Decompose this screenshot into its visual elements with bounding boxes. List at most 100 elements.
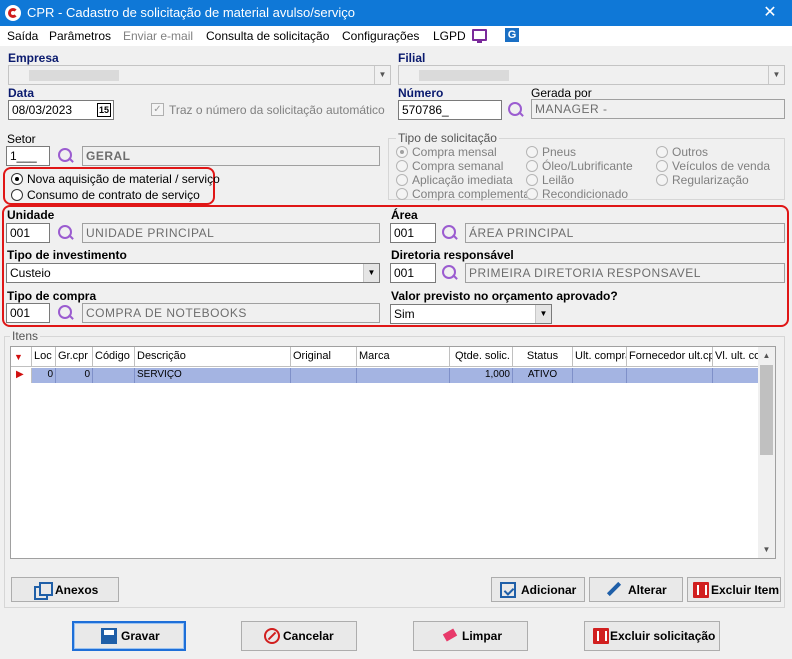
- grid-header-marca[interactable]: Marca: [357, 347, 450, 367]
- radio-leilao[interactable]: [526, 174, 538, 186]
- scroll-thumb[interactable]: [760, 365, 773, 455]
- valor-previsto-label: Valor previsto no orçamento aprovado?: [391, 289, 618, 303]
- menu-configuracoes[interactable]: Configurações: [342, 29, 419, 43]
- grid-header-original[interactable]: Original: [291, 347, 357, 367]
- gravar-button[interactable]: Gravar: [72, 621, 186, 651]
- grid-header-ult-compra[interactable]: Ult. compra: [573, 347, 627, 367]
- radio-nova-aquisicao[interactable]: [11, 173, 23, 185]
- grid-header-status[interactable]: Status: [513, 347, 573, 367]
- menu-saida[interactable]: Saída: [7, 29, 38, 43]
- valor-previsto-value: Sim: [394, 307, 415, 321]
- radio-compra-complementar[interactable]: [396, 188, 408, 200]
- filial-label: Filial: [398, 51, 426, 65]
- menu-lgpd[interactable]: LGPD: [433, 29, 466, 43]
- radio-consumo-contrato-label[interactable]: Consumo de contrato de serviço: [27, 188, 200, 202]
- radio-veiculos-venda[interactable]: [656, 160, 668, 172]
- excluir-solicitacao-button[interactable]: Excluir solicitação: [584, 621, 720, 651]
- search-icon[interactable]: [442, 265, 458, 281]
- unidade-code-input[interactable]: 001: [6, 223, 50, 243]
- anexos-button[interactable]: Anexos: [11, 577, 119, 602]
- radio-regularizacao[interactable]: [656, 174, 668, 186]
- scroll-up-icon[interactable]: ▲: [758, 347, 775, 364]
- menu-enviar-email[interactable]: Enviar e-mail: [123, 29, 193, 43]
- setor-code-input[interactable]: 1___: [6, 146, 50, 166]
- grid-cell-vl-ult[interactable]: [713, 368, 761, 383]
- app-logo-icon: [5, 5, 21, 21]
- grid-cell-status[interactable]: ATIVO: [513, 368, 573, 383]
- search-icon[interactable]: [58, 148, 74, 164]
- radio-compra-semanal[interactable]: [396, 160, 408, 172]
- diretoria-code-input[interactable]: 001: [390, 263, 436, 283]
- alterar-button[interactable]: Alterar: [589, 577, 683, 602]
- grid-cell-original[interactable]: [291, 368, 357, 383]
- grid-cell-qtde[interactable]: 1,000: [450, 368, 513, 383]
- cancelar-button[interactable]: Cancelar: [241, 621, 357, 651]
- monitor-icon[interactable]: [472, 29, 487, 43]
- radio-aplicacao-imediata[interactable]: [396, 174, 408, 186]
- scroll-down-icon[interactable]: ▼: [758, 541, 775, 558]
- excluir-item-button[interactable]: Excluir Item: [687, 577, 781, 602]
- grid-cell-ult-compra[interactable]: [573, 368, 627, 383]
- compra-semanal-label: Compra semanal: [412, 159, 504, 173]
- adicionar-button[interactable]: Adicionar: [491, 577, 585, 602]
- search-icon[interactable]: [58, 225, 74, 241]
- calendar-icon[interactable]: 15: [97, 103, 111, 117]
- area-code-input[interactable]: 001: [390, 223, 436, 243]
- menu-parametros[interactable]: Parâmetros: [49, 29, 111, 43]
- chevron-down-icon[interactable]: ▼: [768, 66, 784, 84]
- unidade-desc-field: UNIDADE PRINCIPAL: [82, 223, 380, 243]
- radio-recondicionado[interactable]: [526, 188, 538, 200]
- grid-cell-fornecedor[interactable]: [627, 368, 713, 383]
- numero-input[interactable]: 570786_: [398, 100, 502, 120]
- grid-cell-marca[interactable]: [357, 368, 450, 383]
- tipo-investimento-select[interactable]: Custeio ▼: [6, 263, 380, 283]
- grid-header-grcpr[interactable]: Gr.cpr: [56, 347, 93, 367]
- limpar-button[interactable]: Limpar: [413, 621, 528, 651]
- grid-cell-grcpr[interactable]: 0: [56, 368, 93, 383]
- grid-cell-descricao[interactable]: SERVIÇO: [135, 368, 291, 383]
- chevron-down-icon[interactable]: ▼: [535, 305, 551, 323]
- grid-header-qtde[interactable]: Qtde. solic.: [450, 347, 513, 367]
- itens-grid[interactable]: ▼ Loc Gr.cpr Código Descrição Original M…: [10, 346, 776, 559]
- search-icon[interactable]: [442, 225, 458, 241]
- chevron-down-icon[interactable]: ▼: [363, 264, 379, 282]
- grid-header-fornecedor[interactable]: Fornecedor ult.cpr: [627, 347, 713, 367]
- grid-header-descricao[interactable]: Descrição: [135, 347, 291, 367]
- grid-header-loc[interactable]: Loc: [32, 347, 56, 367]
- radio-outros[interactable]: [656, 146, 668, 158]
- grid-header-vl-ult[interactable]: Vl. ult. com: [713, 347, 761, 367]
- radio-compra-mensal[interactable]: [396, 146, 408, 158]
- g-logo-icon[interactable]: G: [505, 28, 519, 42]
- tipo-compra-desc-field: COMPRA DE NOTEBOOKS: [82, 303, 380, 323]
- search-icon[interactable]: [508, 102, 524, 118]
- close-button[interactable]: ✕: [748, 0, 792, 26]
- radio-nova-aquisicao-label[interactable]: Nova aquisição de material / serviço: [27, 172, 220, 186]
- menu-consulta-solicitacao[interactable]: Consulta de solicitação: [206, 29, 329, 43]
- grid-cell-loc[interactable]: 0: [32, 368, 56, 383]
- tipo-solicitacao-title: Tipo de solicitação: [396, 131, 499, 145]
- regularizacao-label: Regularização: [672, 173, 749, 187]
- data-input[interactable]: 08/03/2023 15: [8, 100, 114, 120]
- grid-header-codigo[interactable]: Código: [93, 347, 135, 367]
- radio-consumo-contrato[interactable]: [11, 189, 23, 201]
- gerada-por-field: MANAGER -: [531, 99, 785, 119]
- valor-previsto-select[interactable]: Sim ▼: [390, 304, 552, 324]
- unidade-label: Unidade: [7, 208, 55, 222]
- cancel-icon: [264, 628, 280, 644]
- vertical-scrollbar[interactable]: ▲ ▼: [758, 347, 775, 558]
- tipo-compra-code-input[interactable]: 001: [6, 303, 50, 323]
- traz-numero-checkbox[interactable]: ✓: [151, 103, 164, 116]
- adicionar-label: Adicionar: [521, 582, 577, 597]
- radio-oleo[interactable]: [526, 160, 538, 172]
- window-title: CPR - Cadastro de solicitação de materia…: [27, 5, 356, 20]
- row-indicator-icon[interactable]: ▶: [11, 368, 32, 383]
- search-icon[interactable]: [58, 305, 74, 321]
- chevron-down-icon[interactable]: ▼: [374, 66, 390, 84]
- numero-value: 570786_: [402, 103, 449, 117]
- grid-cell-codigo[interactable]: [93, 368, 135, 383]
- filial-select[interactable]: ▼: [398, 65, 785, 85]
- radio-pneus[interactable]: [526, 146, 538, 158]
- empresa-select[interactable]: ▼: [8, 65, 391, 85]
- veiculos-venda-label: Veículos de venda: [672, 159, 771, 173]
- leilao-label: Leilão: [542, 173, 575, 187]
